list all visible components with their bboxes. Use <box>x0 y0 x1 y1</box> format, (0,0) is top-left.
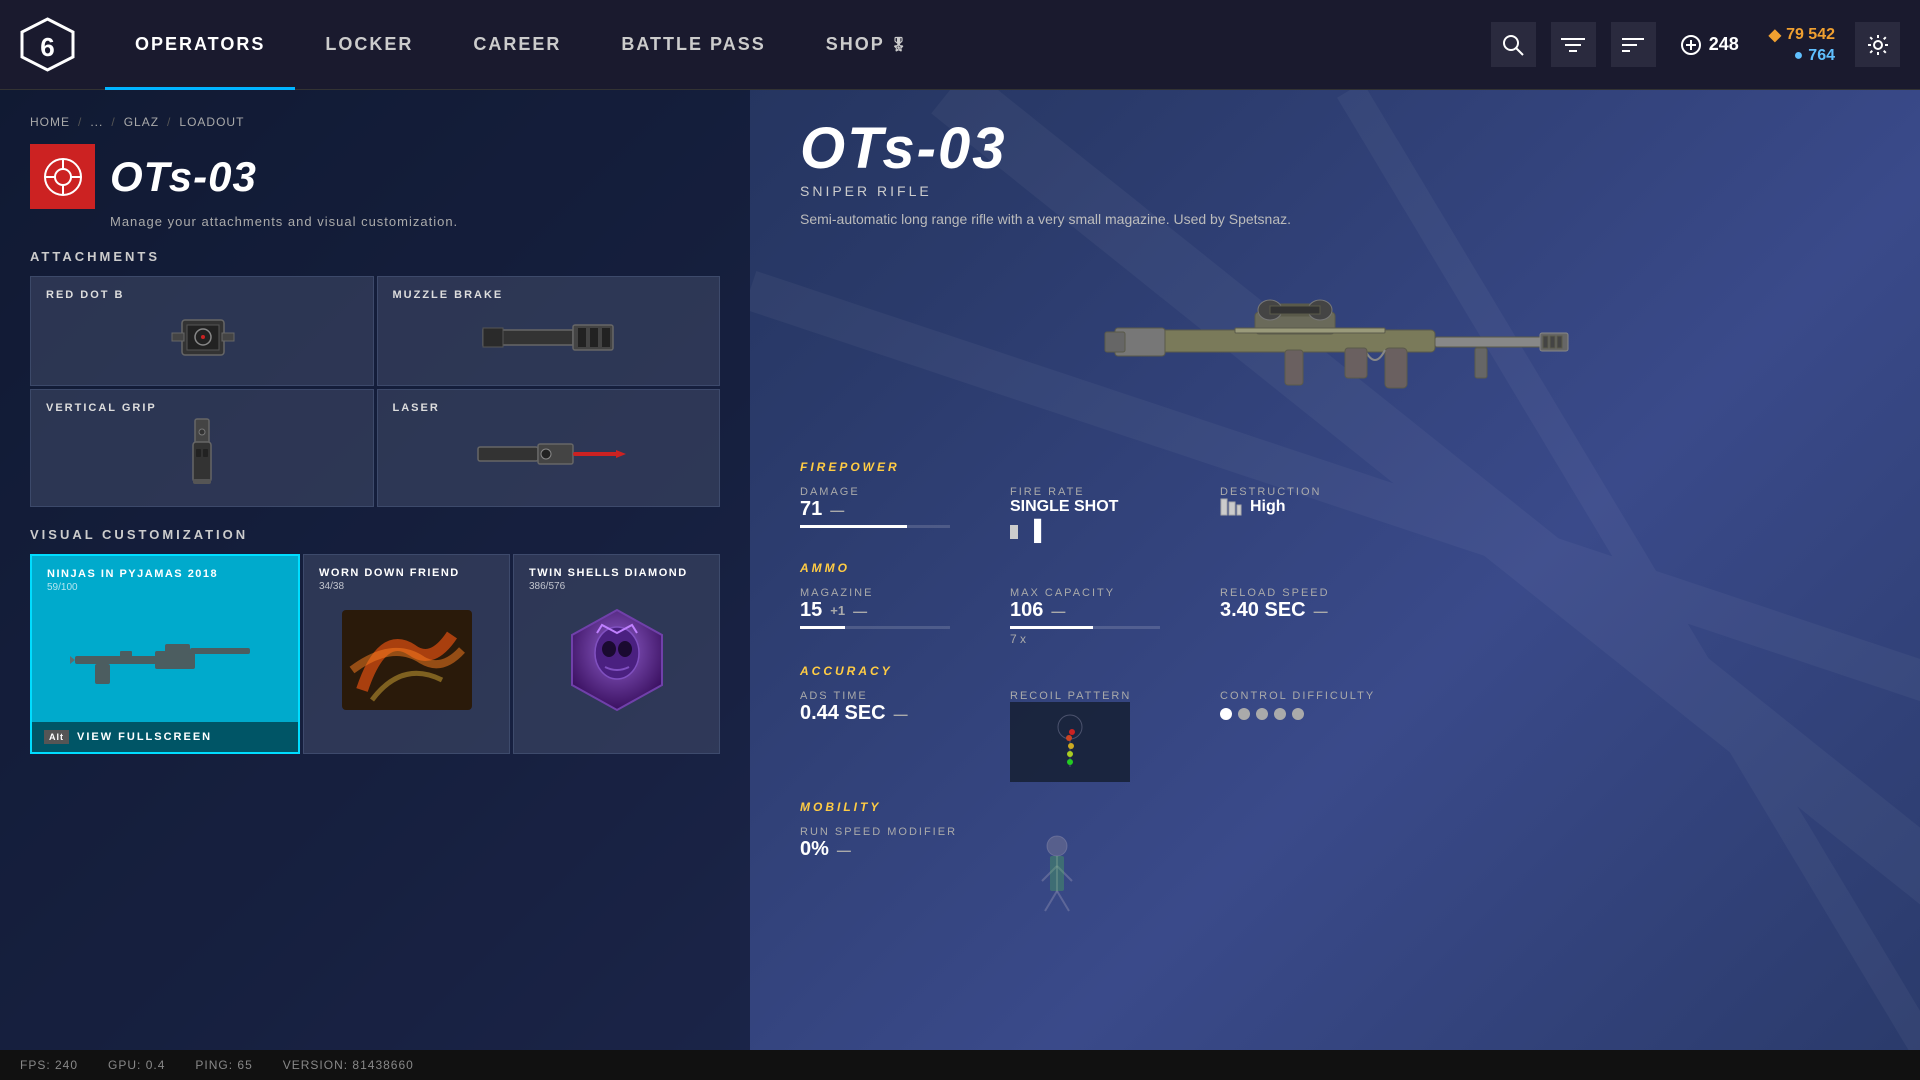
max-cap-extra: 7 x <box>1010 632 1160 646</box>
blue-currency: ● 764 <box>1794 47 1835 65</box>
weapon-description: Semi-automatic long range rifle with a v… <box>800 209 1350 230</box>
recoil-pattern <box>1010 702 1130 782</box>
visual-slot-ninjas[interactable]: Ninjas in Pyjamas 2018 59/100 <box>30 554 300 754</box>
run-speed-stat: RUN SPEED MODIFIER 0% — <box>800 826 957 931</box>
muzzle-image <box>393 301 705 373</box>
filter-icon[interactable] <box>1551 22 1596 67</box>
max-capacity-bar <box>1010 626 1160 629</box>
control-dot-1 <box>1220 708 1232 720</box>
mobility-figure <box>1017 831 1097 931</box>
recoil-stat: RECOIL PATTERN <box>1010 690 1160 782</box>
main-content: HOME / ... / GLAZ / LOADOUT OTs-03 Manag… <box>0 90 1920 1080</box>
weapon-display-type: SNIPER RIFLE <box>800 183 1870 199</box>
visual-slot-twin[interactable]: TWIN SHELLS DIAMOND 386/576 <box>513 554 720 754</box>
control-dot-3 <box>1256 708 1268 720</box>
shop-icon: 🎖 <box>890 36 910 53</box>
stats-panel: FIREPOWER DAMAGE 71 — FIRE RATE SINGLE S… <box>800 460 1870 931</box>
nav-item-shop[interactable]: SHOP 🎖 <box>796 0 940 90</box>
bottom-bar: FPS: 240 GPU: 0.4 PING: 65 VERSION: 8143… <box>0 1050 1920 1080</box>
attachment-muzzle[interactable]: MUZZLE BRAKE <box>377 276 721 386</box>
ninjas-image <box>47 601 283 721</box>
twin-image <box>529 600 704 720</box>
attachment-laser[interactable]: LASER <box>377 389 721 507</box>
control-dot-5 <box>1292 708 1304 720</box>
laser-image <box>393 414 705 494</box>
mobility-row: RUN SPEED MODIFIER 0% — <box>800 826 1870 931</box>
ammo-row: MAGAZINE 15 +1 — MAX CAPACITY 106 — <box>800 587 1870 646</box>
ads-stat: ADS TIME 0.44 SEC — <box>800 690 950 782</box>
reload-stat: RELOAD SPEED 3.40 SEC — <box>1220 587 1370 646</box>
settings-button[interactable] <box>1855 22 1900 67</box>
nav-item-locker[interactable]: LOCKER <box>295 0 443 90</box>
firepower-row: DAMAGE 71 — FIRE RATE SINGLE SHOT <box>800 486 1870 543</box>
destruction-stat: DESTRUCTION High <box>1220 486 1370 543</box>
weapon-display-title: OTs-03 <box>800 120 1870 178</box>
control-dot-4 <box>1274 708 1286 720</box>
weapon-header: OTs-03 <box>30 144 720 209</box>
game-logo[interactable]: 6 <box>20 17 75 72</box>
magazine-bar <box>800 626 950 629</box>
control-dot-2 <box>1238 708 1250 720</box>
fps-display: FPS: 240 <box>20 1058 78 1072</box>
max-capacity-stat: MAX CAPACITY 106 — 7 x <box>1010 587 1160 646</box>
visual-section-title: VISUAL CUSTOMIZATION <box>30 527 720 542</box>
attachments-grid: RED DOT B MUZZLE BRAKE <box>30 276 720 507</box>
nav-item-battlepass[interactable]: BATTLE PASS <box>591 0 795 90</box>
sort-icon[interactable] <box>1611 22 1656 67</box>
right-panel: OTs-03 SNIPER RIFLE Semi-automatic long … <box>750 90 1920 1080</box>
damage-bar <box>800 525 950 528</box>
gold-currency: ◆ 79 542 <box>1769 25 1835 45</box>
ping-display: PING: 65 <box>195 1058 252 1072</box>
nav-menu: OPERATORS LOCKER CAREER BATTLE PASS SHOP… <box>105 0 1491 90</box>
weapon-icon <box>30 144 95 209</box>
search-button[interactable] <box>1491 22 1536 67</box>
gpu-display: GPU: 0.4 <box>108 1058 165 1072</box>
version-display: VERSION: 81438660 <box>283 1058 414 1072</box>
player-count: 248 <box>1709 34 1739 55</box>
svg-text:6: 6 <box>40 32 54 62</box>
worn-image <box>319 600 494 720</box>
attachment-red-dot[interactable]: RED DOT B <box>30 276 374 386</box>
damage-stat: DAMAGE 71 — <box>800 486 950 543</box>
red-dot-image <box>46 301 358 373</box>
control-difficulty-dots <box>1220 708 1375 720</box>
weapon-title: OTs-03 <box>110 153 257 201</box>
nav-item-career[interactable]: CAREER <box>443 0 591 90</box>
control-stat: CONTROL DIFFICULTY <box>1220 690 1375 782</box>
magazine-stat: MAGAZINE 15 +1 — <box>800 587 950 646</box>
weapon-image <box>1085 250 1585 430</box>
nav-item-operators[interactable]: OPERATORS <box>105 0 295 90</box>
left-panel: HOME / ... / GLAZ / LOADOUT OTs-03 Manag… <box>0 90 750 1080</box>
grip-image <box>46 414 358 494</box>
attachments-section-title: ATTACHMENTS <box>30 249 720 264</box>
visual-slot-worn[interactable]: WORN DOWN FRIEND 34/38 <box>303 554 510 754</box>
breadcrumb: HOME / ... / GLAZ / LOADOUT <box>30 115 720 129</box>
top-navigation: 6 OPERATORS LOCKER CAREER BATTLE PASS SH… <box>0 0 1920 90</box>
nav-right-controls: 248 ◆ 79 542 ● 764 <box>1491 22 1900 67</box>
visual-grid: Ninjas in Pyjamas 2018 59/100 <box>30 554 720 754</box>
mobility-figure-block <box>1017 826 1167 931</box>
attachment-grip[interactable]: VERTICAL GRIP <box>30 389 374 507</box>
accuracy-row: ADS TIME 0.44 SEC — RECOIL PATTERN <box>800 690 1870 782</box>
weapon-subtitle: Manage your attachments and visual custo… <box>110 214 720 229</box>
view-fullscreen-bar[interactable]: Alt VIEW FULLSCREEN <box>32 722 298 752</box>
fire-rate-stat: FIRE RATE SINGLE SHOT ▐ <box>1010 486 1160 543</box>
fire-rate-bar: ▐ <box>1010 520 1160 543</box>
